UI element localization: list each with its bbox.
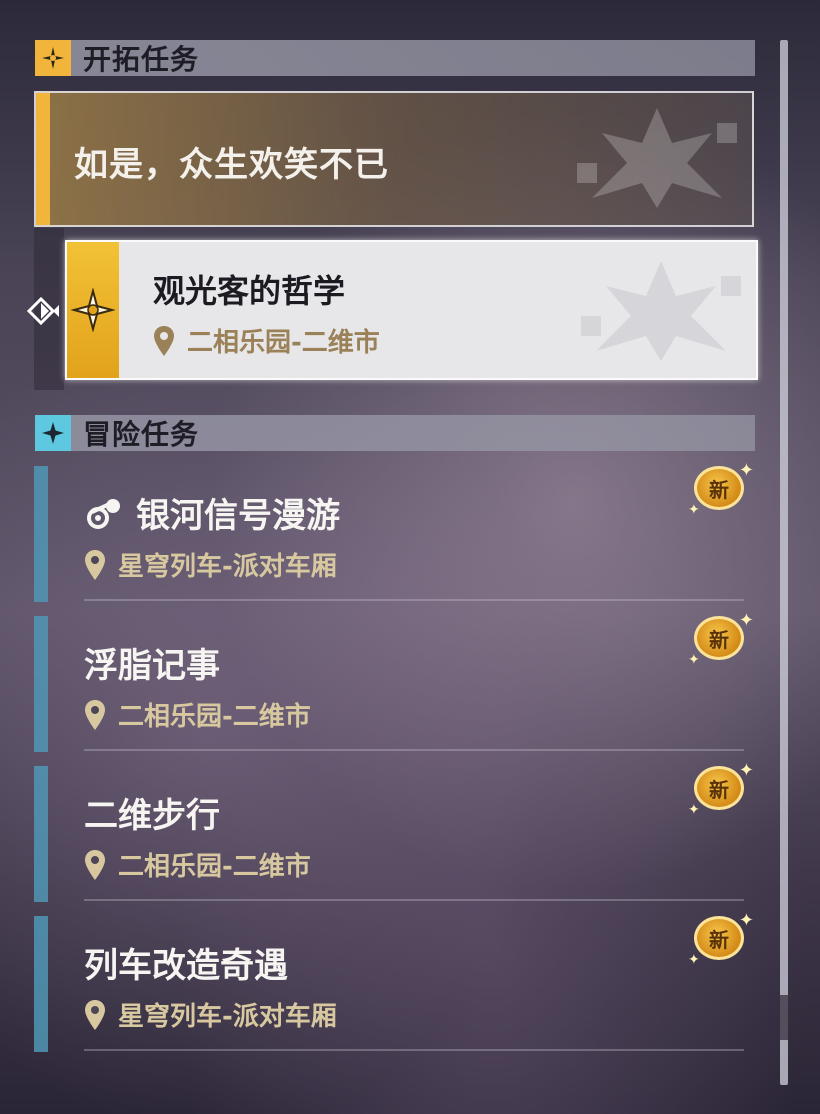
scrollbar[interactable] <box>780 40 788 1085</box>
active-quest-location-text: 二相乐园-二维市 <box>187 328 380 358</box>
item-divider <box>84 599 744 601</box>
trailblaze-accent-bar <box>36 93 50 225</box>
item-divider <box>84 1049 744 1051</box>
adventure-quest-location-text: 二相乐园-二维市 <box>118 702 311 732</box>
sparkle-icon: ✦ <box>688 802 700 818</box>
location-pin-icon <box>85 699 105 730</box>
adventure-quest-title: 列车改造奇遇 <box>84 938 288 987</box>
active-quest-title: 观光客的哲学 <box>153 272 346 310</box>
new-badge: 新 ✦ ✦ <box>688 910 754 968</box>
new-badge-label: 新 <box>694 466 744 510</box>
active-quest-card[interactable]: 观光客的哲学 二相乐园-二维市 <box>65 240 758 380</box>
adventure-quest-title: 浮脂记事 <box>84 638 220 687</box>
trailblaze-section-title: 开拓任务 <box>83 43 200 76</box>
adventure-accent-bar <box>34 466 48 602</box>
adventure-quest-item[interactable]: 列车改造奇遇 星穹列车-派对车厢 新 ✦ ✦ <box>34 910 754 1052</box>
sparkle-icon: ✦ <box>738 760 754 781</box>
location-pin-icon <box>85 849 105 880</box>
adventure-quest-item[interactable]: 二维步行 二相乐园-二维市 新 ✦ ✦ <box>34 760 754 902</box>
adventure-quest-title-text: 浮脂记事 <box>84 646 220 686</box>
adventure-accent-bar <box>34 916 48 1052</box>
adventure-quest-title-text: 银河信号漫游 <box>136 496 340 536</box>
location-pin-icon <box>85 999 105 1030</box>
trailblaze-quest-card[interactable]: 如是，众生欢笑不已 <box>34 91 754 227</box>
sparkle-icon: ✦ <box>738 910 754 931</box>
active-quest-badge <box>67 242 119 378</box>
adventure-quest-location: 二相乐园-二维市 <box>84 846 311 883</box>
adventure-quest-location: 星穹列车-派对车厢 <box>84 996 337 1033</box>
adventure-section-title: 冒险任务 <box>83 418 200 451</box>
adventure-quest-location-text: 星穹列车-派对车厢 <box>118 1002 337 1032</box>
scrollbar-gap <box>780 995 788 1040</box>
emblem-watermark-icon <box>581 261 741 361</box>
adventure-quest-item[interactable]: 浮脂记事 二相乐园-二维市 新 ✦ ✦ <box>34 610 754 752</box>
adventure-section-header: 冒险任务 <box>35 415 755 451</box>
adventure-accent-bar <box>34 616 48 752</box>
adventure-quest-location-text: 星穹列车-派对车厢 <box>118 552 337 582</box>
new-badge-label: 新 <box>694 916 744 960</box>
sparkle-icon: ✦ <box>688 652 700 668</box>
game-controller-icon <box>87 498 120 529</box>
trailblaze-section-header: 开拓任务 <box>35 40 755 76</box>
adventure-quest-title-text: 列车改造奇遇 <box>84 946 288 986</box>
adventure-quest-title: 二维步行 <box>84 788 220 837</box>
new-badge: 新 ✦ ✦ <box>688 760 754 818</box>
adventure-quest-location-text: 二相乐园-二维市 <box>118 852 311 882</box>
new-badge-label: 新 <box>694 616 744 660</box>
new-badge: 新 ✦ ✦ <box>688 460 754 518</box>
item-divider <box>84 899 744 901</box>
location-pin-icon <box>85 549 105 580</box>
adventure-quest-title-text: 二维步行 <box>84 796 220 836</box>
sparkle-icon: ✦ <box>738 610 754 631</box>
trailblaze-quest-title: 如是，众生欢笑不已 <box>74 145 389 185</box>
new-badge-label: 新 <box>694 766 744 810</box>
location-pin-icon <box>154 325 174 356</box>
adventure-accent-bar <box>34 766 48 902</box>
adventure-sparkle-icon <box>35 415 71 451</box>
new-badge: 新 ✦ ✦ <box>688 610 754 668</box>
adventure-quest-item[interactable]: 银河信号漫游 星穹列车-派对车厢 新 ✦ ✦ <box>34 460 754 602</box>
trailblaze-emblem-icon <box>71 288 115 332</box>
active-quest-location: 二相乐园-二维市 <box>153 322 380 359</box>
item-divider <box>84 749 744 751</box>
sparkle-icon: ✦ <box>738 460 754 481</box>
emblem-watermark-icon <box>577 108 737 208</box>
selection-pointer-icon <box>26 296 59 326</box>
sparkle-icon: ✦ <box>688 952 700 968</box>
adventure-quest-title: 银河信号漫游 <box>84 488 340 537</box>
adventure-quest-location: 二相乐园-二维市 <box>84 696 311 733</box>
adventure-quest-location: 星穹列车-派对车厢 <box>84 546 337 583</box>
trailblaze-star-icon <box>35 40 71 76</box>
sparkle-icon: ✦ <box>688 502 700 518</box>
